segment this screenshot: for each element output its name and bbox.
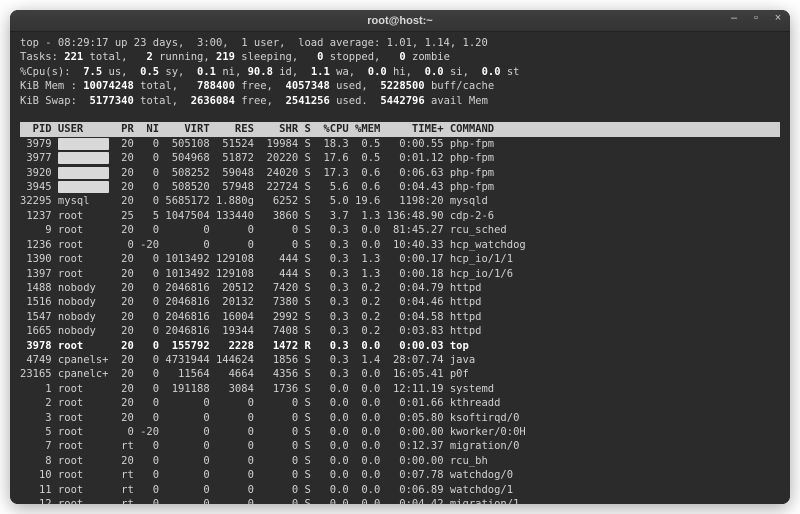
process-row: 3978 root 20 0 155792 2228 1472 R 0.3 0.…: [20, 340, 469, 352]
process-row: 1237 root 25 5 1047504 133440 3860 S 3.7…: [20, 210, 494, 222]
process-row: 2 root 20 0 0 0 0 S 0.0 0.0 0:01.66 kthr…: [20, 397, 500, 409]
process-row: 1397 root 20 0 1013492 129108 444 S 0.3 …: [20, 268, 513, 280]
process-row: 5 root 0 -20 0 0 0 S 0.0 0.0 0:00.00 kwo…: [20, 426, 526, 438]
process-row: 1547 nobody 20 0 2046816 16004 2992 S 0.…: [20, 311, 481, 323]
process-row: 32295 mysql 20 0 5685172 1.880g 6252 S 5…: [20, 195, 488, 207]
process-row: 12 root rt 0 0 0 0 S 0.0 0.0 0:04.42 mig…: [20, 498, 519, 504]
maximize-icon[interactable]: ▫: [750, 12, 762, 24]
process-row: 7 root rt 0 0 0 0 S 0.0 0.0 0:12.37 migr…: [20, 440, 519, 452]
minimize-icon[interactable]: –: [728, 12, 740, 24]
process-row: 1488 nobody 20 0 2046816 20512 7420 S 0.…: [20, 282, 481, 294]
process-row: 8 root 20 0 0 0 0 S 0.0 0.0 0:00.00 rcu_…: [20, 455, 488, 467]
process-row: 4749 cpanels+ 20 0 4731944 144624 1856 S…: [20, 354, 475, 366]
process-row: 10 root rt 0 0 0 0 S 0.0 0.0 0:07.78 wat…: [20, 469, 513, 481]
titlebar[interactable]: root@host:~ – ▫ ×: [10, 10, 790, 32]
process-row: 11 root rt 0 0 0 0 S 0.0 0.0 0:06.89 wat…: [20, 484, 513, 496]
terminal-output[interactable]: top - 08:29:17 up 23 days, 3:00, 1 user,…: [10, 32, 790, 504]
process-row: 3 root 20 0 0 0 0 S 0.0 0.0 0:05.80 ksof…: [20, 412, 519, 424]
window-title: root@host:~: [367, 15, 432, 27]
process-row: 3979 xxxxxxx 20 0 505108 51524 19984 S 1…: [20, 138, 494, 150]
process-row: 9 root 20 0 0 0 0 S 0.3 0.0 81:45.27 rcu…: [20, 224, 507, 236]
process-row: 3945 xxxxxxx 20 0 508520 57948 22724 S 5…: [20, 181, 494, 193]
process-row: 1236 root 0 -20 0 0 0 S 0.3 0.0 10:40.33…: [20, 239, 526, 251]
process-row: 1516 nobody 20 0 2046816 20132 7380 S 0.…: [20, 296, 481, 308]
close-icon[interactable]: ×: [772, 12, 784, 24]
terminal-window: root@host:~ – ▫ × top - 08:29:17 up 23 d…: [10, 10, 790, 504]
process-row: 3977 xxxxxxx 20 0 504968 51872 20220 S 1…: [20, 152, 494, 164]
process-row: 23165 cpanelc+ 20 0 11564 4664 4356 S 0.…: [20, 368, 469, 380]
process-row: 1390 root 20 0 1013492 129108 444 S 0.3 …: [20, 253, 513, 265]
process-header: PID USER PR NI VIRT RES SHR S %CPU %MEM …: [20, 122, 780, 136]
process-row: 1 root 20 0 191188 3084 1736 S 0.0 0.0 1…: [20, 383, 494, 395]
window-controls: – ▫ ×: [728, 12, 784, 24]
process-row: 1665 nobody 20 0 2046816 19344 7408 S 0.…: [20, 325, 481, 337]
process-row: 3920 xxxxxxx 20 0 508252 59048 24020 S 1…: [20, 167, 494, 179]
